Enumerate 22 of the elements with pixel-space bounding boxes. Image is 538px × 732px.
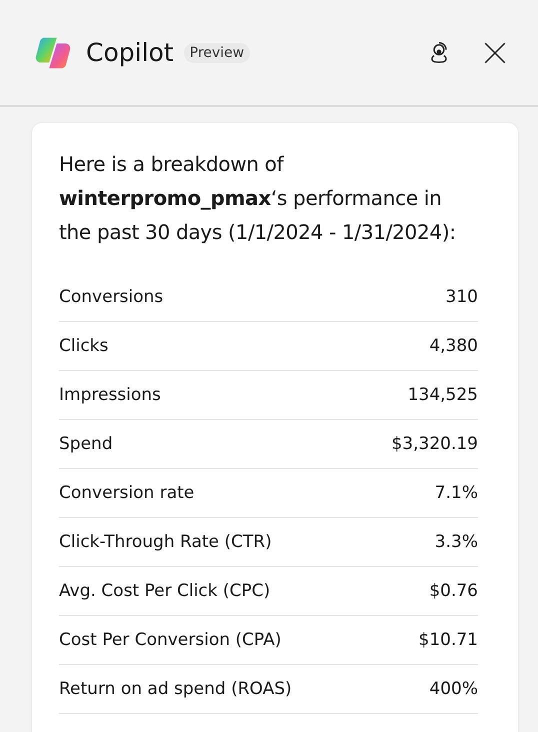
metric-value: 310 xyxy=(446,287,478,307)
metric-label: Return on ad spend (ROAS) xyxy=(59,679,292,699)
metric-label: Avg. Cost Per Click (CPC) xyxy=(59,581,270,601)
preview-badge: Preview xyxy=(184,42,250,62)
metric-label: Spend xyxy=(59,434,113,454)
metric-label: Click-Through Rate (CTR) xyxy=(59,532,272,552)
close-icon xyxy=(482,40,508,66)
metric-value: 4,380 xyxy=(429,336,478,356)
metric-label: Clicks xyxy=(59,336,108,356)
metric-label: Impressions xyxy=(59,385,161,405)
metric-label: Conversions xyxy=(59,287,164,307)
metric-value: $10.71 xyxy=(418,630,478,650)
metric-value: 134,525 xyxy=(408,385,478,405)
metric-value: 3.3% xyxy=(434,532,478,552)
metric-value: 400% xyxy=(429,679,478,699)
app-title: Copilot xyxy=(86,38,174,67)
message-text: Here is a breakdown of winterpromo_pmax‘s performance in the past 30 days (1/1/2024 - 1/31/2024): xyxy=(59,151,457,246)
metric-label: Conversion rate xyxy=(59,483,194,503)
metric-value: $3,320.19 xyxy=(391,434,478,454)
metric-value: $0.76 xyxy=(429,581,478,601)
metric-value: 7.1% xyxy=(434,483,478,503)
metric-label: Cost Per Conversion (CPA) xyxy=(59,630,282,650)
